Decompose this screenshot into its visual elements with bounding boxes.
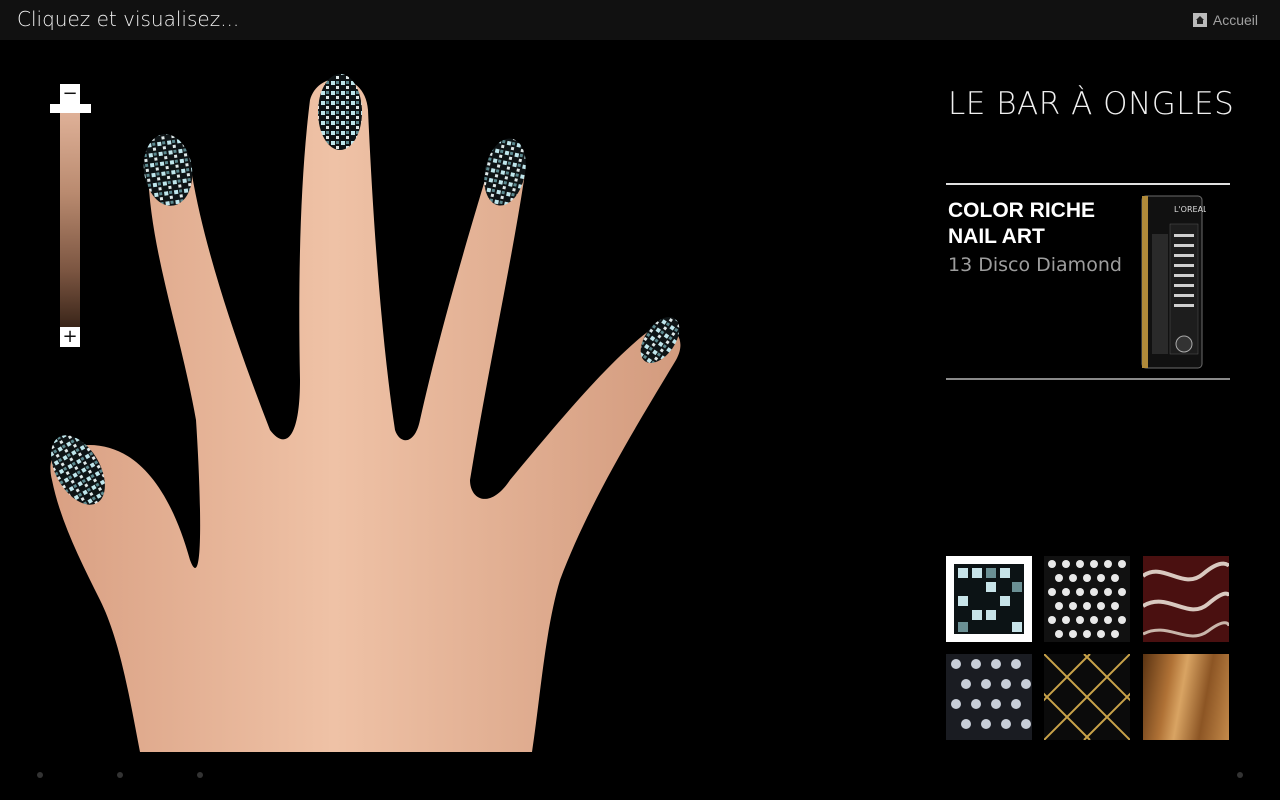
zoom-slider[interactable]: − + [50,84,92,348]
page-dot-4[interactable] [1237,772,1243,778]
zoom-out-button[interactable]: − [60,84,80,104]
bronze-foil-swatch[interactable] [1143,654,1229,740]
home-link[interactable]: Accueil [1192,12,1258,28]
zoom-in-button[interactable]: + [60,327,80,347]
swatch-grid [946,556,1230,742]
page-dot-1[interactable] [37,772,43,778]
top-bar: Cliquez et visualisez... Accueil [0,0,1280,40]
home-label: Accueil [1212,12,1258,28]
home-icon [1192,13,1207,27]
divider-bottom [946,378,1230,380]
product-bottle-image: L'OREAL [1141,195,1206,369]
bottle-brand-text: L'OREAL [1174,205,1206,214]
brand-title: LE BAR À ONGLES [948,86,1235,122]
page-title: Cliquez et visualisez... [17,7,240,31]
disco-diamond-swatch[interactable] [946,556,1032,642]
zoom-handle[interactable] [50,104,91,113]
silver-studs-swatch[interactable] [1044,556,1130,642]
shade-name: 13 Disco Diamond [948,254,1122,276]
hand-image [50,74,681,752]
product-name: COLOR RICHE NAIL ART [948,199,1095,248]
page-dot-3[interactable] [197,772,203,778]
silver-dots-swatch[interactable] [946,654,1032,740]
red-snake-swatch[interactable] [1143,556,1229,642]
gold-lattice-swatch[interactable] [1044,654,1130,740]
zoom-track[interactable] [60,104,80,327]
divider-top [946,183,1230,185]
page-dot-2[interactable] [117,772,123,778]
nail-preview-stage[interactable] [0,40,940,752]
